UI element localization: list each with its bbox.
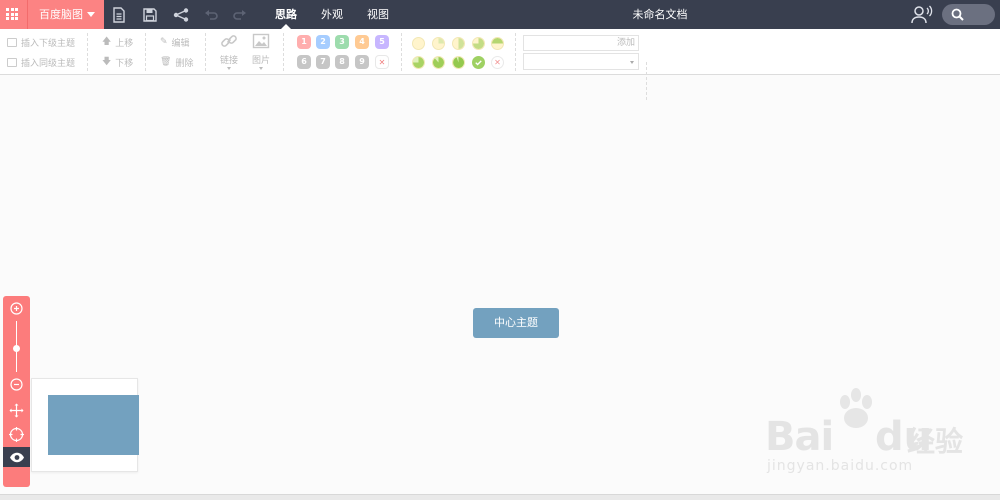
move-up-label: 上移	[115, 38, 134, 49]
eye-icon	[9, 452, 24, 462]
minimap-viewport[interactable]	[48, 395, 139, 455]
locate-root-button[interactable]	[3, 427, 30, 442]
chevron-down-icon	[227, 67, 231, 70]
toggle-minimap-button[interactable]	[3, 447, 30, 467]
link-button[interactable]: 链接	[216, 32, 242, 70]
tag-select[interactable]	[523, 53, 639, 70]
apps-grid-icon	[6, 8, 18, 20]
insert-sibling-label: 插入同级主题	[21, 58, 76, 69]
delete-button[interactable]: 🗑 删除	[160, 55, 193, 69]
insert-child-icon	[7, 37, 17, 47]
save-icon	[143, 7, 157, 22]
search-icon	[951, 8, 964, 21]
trash-icon: 🗑	[160, 57, 172, 67]
minimap[interactable]	[31, 378, 139, 472]
brand-label: 百度脑图	[39, 8, 83, 21]
move-canvas-button[interactable]	[3, 403, 30, 418]
priority-5-button[interactable]: 5	[375, 35, 389, 49]
priority-6-button[interactable]: 6	[297, 55, 311, 69]
delete-label: 删除	[175, 58, 194, 69]
progress-2-button[interactable]	[452, 37, 465, 50]
user-voice-icon	[911, 5, 933, 24]
image-icon	[252, 33, 270, 49]
progress-0-button[interactable]	[412, 37, 425, 50]
brand-menu-button[interactable]: 百度脑图	[27, 0, 104, 29]
chevron-down-icon	[87, 12, 95, 17]
bottom-scrollbar[interactable]	[0, 494, 1000, 500]
insert-child-button[interactable]: 插入下级主题	[7, 35, 75, 49]
progress-7-button[interactable]	[452, 56, 465, 69]
user-voice-button[interactable]	[910, 3, 936, 27]
watermark-url: jingyan.baidu.com	[767, 458, 914, 474]
redo-button[interactable]	[227, 0, 253, 29]
zoom-out-icon	[10, 378, 23, 391]
watermark-jingyan-text: 经验	[907, 425, 964, 458]
insert-sibling-icon	[7, 57, 17, 67]
paw-logo-icon	[840, 388, 872, 428]
tab-ideas[interactable]: 思路	[272, 0, 300, 29]
link-label: 链接	[219, 56, 238, 66]
undo-button[interactable]	[198, 0, 224, 29]
apps-grid-button[interactable]	[0, 0, 27, 29]
search-button[interactable]	[942, 4, 995, 25]
progress-4-button[interactable]	[491, 37, 504, 50]
priority-7-button[interactable]: 7	[316, 55, 330, 69]
edit-toolbar: 插入下级主题 插入同级主题 🡅 上移 🡇 下移 ✎ 编辑 🗑 删除 链接 图片 …	[0, 29, 1000, 100]
priority-9-button[interactable]: 9	[355, 55, 369, 69]
progress-remove-button[interactable]: ✕	[491, 56, 504, 69]
new-file-icon	[113, 6, 125, 23]
share-button[interactable]	[168, 0, 194, 29]
move-icon	[9, 403, 24, 418]
priority-4-button[interactable]: 4	[355, 35, 369, 49]
watermark-du-text: du	[875, 414, 933, 460]
priority-8-button[interactable]: 8	[335, 55, 349, 69]
new-file-button[interactable]	[106, 0, 132, 29]
navigator-panel	[3, 296, 30, 487]
progress-3-button[interactable]	[472, 37, 485, 50]
progress-6-button[interactable]	[432, 56, 445, 69]
zoom-in-button[interactable]	[3, 302, 30, 315]
edit-label: 编辑	[171, 38, 190, 49]
save-button[interactable]	[137, 0, 163, 29]
tab-appearance[interactable]: 外观	[318, 0, 346, 29]
image-button[interactable]: 图片	[248, 32, 274, 70]
zoom-in-icon	[10, 302, 23, 315]
zoom-out-button[interactable]	[3, 378, 30, 391]
pencil-icon: ✎	[160, 37, 168, 47]
center-topic-node[interactable]: 中心主题	[473, 308, 559, 338]
redo-icon	[233, 9, 246, 20]
document-title[interactable]: 未命名文档	[600, 0, 720, 29]
move-down-button[interactable]: 🡇 下移	[102, 55, 133, 69]
progress-complete-button[interactable]	[472, 56, 485, 69]
progress-1-button[interactable]	[432, 37, 445, 50]
priority-1-button[interactable]: 1	[297, 35, 311, 49]
baidu-jingyan-watermark: Bai du 经验 jingyan.baidu.com	[765, 388, 975, 480]
priority-2-button[interactable]: 2	[316, 35, 330, 49]
insert-sibling-button[interactable]: 插入同级主题	[7, 55, 75, 69]
priority-3-button[interactable]: 3	[335, 35, 349, 49]
arrow-up-icon: 🡅	[102, 37, 112, 47]
move-up-button[interactable]: 🡅 上移	[102, 35, 133, 49]
locate-icon	[9, 427, 24, 442]
link-icon	[221, 35, 237, 47]
undo-icon	[205, 9, 218, 20]
chevron-down-icon	[259, 67, 263, 70]
tab-view[interactable]: 视图	[364, 0, 392, 29]
tag-group	[646, 62, 647, 100]
watermark-bai-text: Bai	[765, 414, 834, 460]
arrow-down-icon: 🡇	[102, 57, 112, 67]
priority-remove-button[interactable]: ✕	[375, 55, 389, 69]
move-down-label: 下移	[115, 58, 134, 69]
tag-add-input[interactable]: 添加	[523, 35, 639, 51]
progress-5-button[interactable]	[412, 56, 425, 69]
top-bar: 百度脑图 思路 外观 视图 未命名文档	[0, 0, 1000, 29]
edit-button[interactable]: ✎ 编辑	[160, 35, 190, 49]
zoom-slider-handle[interactable]	[13, 345, 20, 352]
share-icon	[173, 7, 189, 22]
insert-child-label: 插入下级主题	[21, 38, 76, 49]
image-label: 图片	[251, 56, 270, 66]
